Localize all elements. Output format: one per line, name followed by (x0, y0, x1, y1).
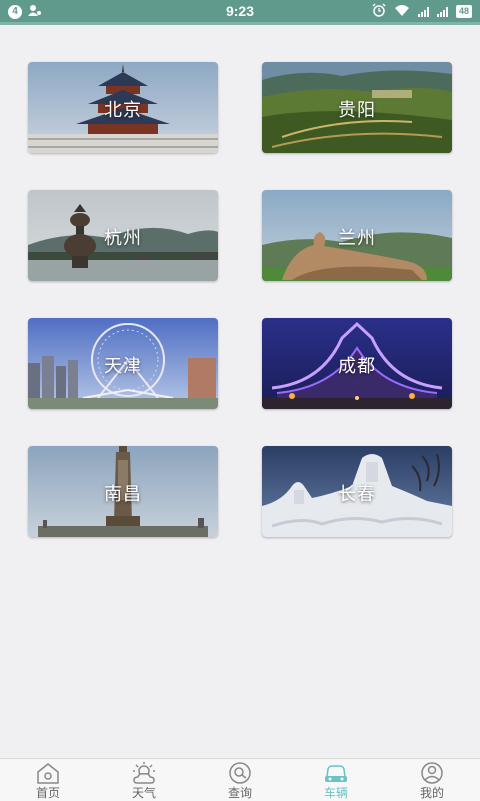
city-grid: 北京 贵阳 杭州 兰州 天津 成都 南昌 长春 (28, 62, 452, 537)
battery-icon: 48 (455, 5, 472, 18)
nav-weather[interactable]: 天气 (96, 759, 192, 801)
city-card-lanzhou[interactable]: 兰州 (262, 190, 452, 281)
city-card-tianjin[interactable]: 天津 (28, 318, 218, 409)
profile-icon (421, 762, 443, 784)
nav-label: 首页 (35, 786, 60, 800)
nav-profile[interactable]: 我的 (384, 759, 480, 801)
status-bar: 4 9:23 48 (0, 0, 480, 22)
home-icon (37, 763, 59, 784)
city-label: 杭州 (104, 228, 142, 249)
city-card-beijing[interactable]: 北京 (28, 62, 218, 153)
alarm-icon (372, 3, 386, 20)
nav-label: 我的 (419, 786, 444, 800)
bottom-nav: 首页 天气 查询 车辆 我的 (0, 758, 480, 801)
signal-icon-2 (436, 6, 448, 17)
city-label: 兰州 (338, 228, 376, 249)
city-label: 北京 (104, 100, 142, 121)
nav-search[interactable]: 查询 (192, 759, 288, 801)
city-card-guiyang[interactable]: 贵阳 (262, 62, 452, 153)
nav-label: 天气 (131, 786, 156, 800)
city-card-chengdu[interactable]: 成都 (262, 318, 452, 409)
search-icon (229, 762, 251, 784)
city-card-hangzhou[interactable]: 杭州 (28, 190, 218, 281)
status-divider (0, 22, 480, 25)
weather-icon (133, 762, 155, 784)
city-card-nanchang[interactable]: 南昌 (28, 446, 218, 537)
city-label: 成都 (338, 356, 376, 377)
city-label: 天津 (104, 356, 142, 377)
nav-vehicle[interactable]: 车辆 (288, 759, 384, 801)
city-label: 南昌 (104, 484, 142, 505)
vehicle-icon (325, 765, 347, 782)
city-label: 贵阳 (338, 100, 376, 121)
signal-icon (417, 6, 429, 17)
city-card-changchun[interactable]: 长春 (262, 446, 452, 537)
city-label: 长春 (338, 484, 376, 505)
nav-home[interactable]: 首页 (0, 759, 96, 801)
nav-label: 车辆 (323, 786, 348, 800)
wifi-icon (394, 4, 410, 19)
nav-label: 查询 (227, 786, 252, 800)
